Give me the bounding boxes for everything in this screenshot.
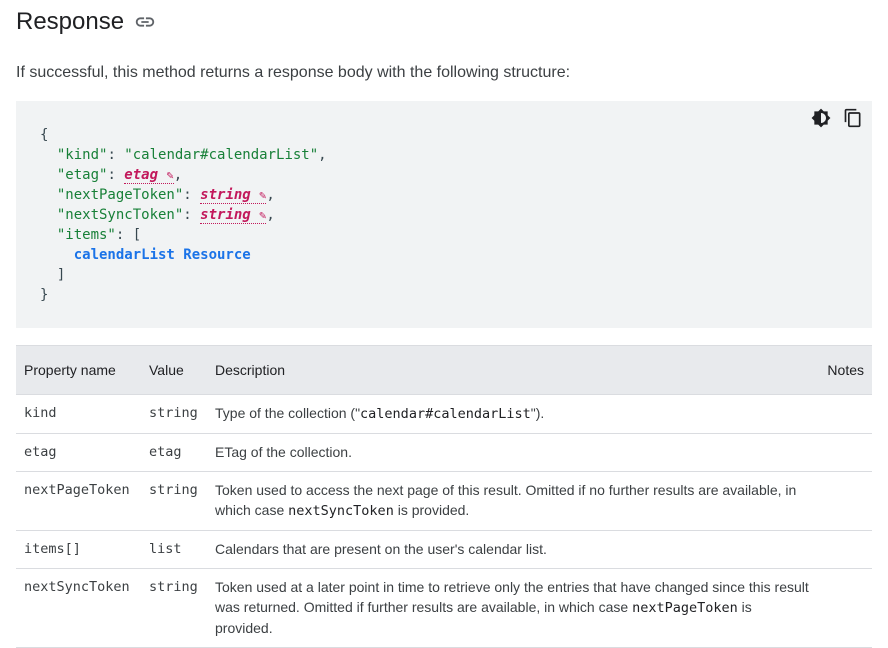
code-var-etag-text: etag	[124, 167, 159, 183]
property-name: kind	[16, 394, 141, 434]
dark-mode-icon[interactable]	[810, 107, 832, 129]
pencil-icon: ✎	[259, 208, 267, 222]
code-var-etag[interactable]: etag ✎	[124, 167, 174, 184]
pencil-icon: ✎	[166, 168, 174, 182]
link-icon[interactable]	[134, 11, 156, 33]
code-key-kind: "kind"	[56, 147, 108, 163]
code-var-nextpagetoken-text: string	[200, 187, 251, 203]
property-value: list	[141, 530, 207, 569]
property-name: etag	[16, 433, 141, 472]
response-section: Response If successful, this method retu…	[0, 0, 888, 648]
items-open-bracket: [	[132, 227, 142, 243]
code-var-nextsynctoken-text: string	[200, 207, 251, 223]
copy-icon[interactable]	[842, 107, 864, 129]
property-value: string	[141, 394, 207, 434]
table-row: nextPageToken string Token used to acces…	[16, 471, 872, 531]
section-title: Response	[16, 8, 125, 35]
intro-text: If successful, this method returns a res…	[16, 64, 571, 81]
table-row: kind string Type of the collection ("cal…	[16, 394, 872, 434]
header-notes: Notes	[817, 345, 872, 395]
header-property-name: Property name	[16, 345, 141, 395]
table-row: etag etag ETag of the collection.	[16, 433, 872, 472]
code-key-nextsynctoken: "nextSyncToken"	[56, 207, 184, 223]
property-notes	[817, 433, 872, 472]
code-toolbar	[810, 107, 864, 129]
description-code: nextPageToken	[632, 600, 738, 616]
property-value: etag	[141, 433, 207, 472]
property-description: ETag of the collection.	[207, 433, 817, 472]
open-brace: {	[40, 127, 49, 143]
code-key-etag: "etag"	[56, 167, 108, 183]
description-text: Calendars that are present on the user's…	[215, 541, 547, 557]
property-name: nextPageToken	[16, 471, 141, 531]
property-name: items[]	[16, 530, 141, 569]
description-text: Type of the collection ("	[215, 405, 361, 421]
description-text: ETag of the collection.	[215, 444, 352, 460]
property-description: Token used to access the next page of th…	[207, 471, 817, 531]
code-key-nextpagetoken: "nextPageToken"	[56, 187, 184, 203]
table-row: items[] list Calendars that are present …	[16, 530, 872, 569]
property-notes	[817, 471, 872, 531]
header-description: Description	[207, 345, 817, 395]
code-var-nextsynctoken[interactable]: string ✎	[200, 207, 267, 224]
section-heading: Response	[16, 6, 156, 38]
code-var-nextpagetoken[interactable]: string ✎	[200, 187, 267, 204]
close-brace: }	[40, 287, 49, 303]
property-name: nextSyncToken	[16, 568, 141, 648]
property-value: string	[141, 471, 207, 531]
table-row: nextSyncToken string Token used at a lat…	[16, 568, 872, 648]
header-value: Value	[141, 345, 207, 395]
properties-table: Property name Value Description Notes ki…	[16, 345, 872, 648]
description-code: nextSyncToken	[288, 503, 394, 519]
property-notes	[817, 394, 872, 434]
description-text: is provided.	[393, 502, 470, 518]
property-notes	[817, 530, 872, 569]
property-description: Calendars that are present on the user's…	[207, 530, 817, 569]
code-block: { "kind": "calendar#calendarList", "etag…	[16, 101, 872, 328]
description-text: ").	[530, 405, 545, 421]
pencil-icon: ✎	[259, 188, 267, 202]
items-close-bracket: ]	[56, 267, 66, 283]
code-key-items: "items"	[56, 227, 116, 243]
calendarlist-resource-link[interactable]: calendarList Resource	[74, 247, 251, 263]
json-code: { "kind": "calendar#calendarList", "etag…	[40, 127, 327, 303]
property-description: Type of the collection ("calendar#calend…	[207, 394, 817, 434]
description-code: calendar#calendarList	[360, 406, 531, 422]
code-value-kind: "calendar#calendarList"	[124, 147, 319, 163]
property-description: Token used at a later point in time to r…	[207, 568, 817, 648]
property-notes	[817, 568, 872, 648]
table-header-row: Property name Value Description Notes	[16, 345, 872, 395]
property-value: string	[141, 568, 207, 648]
